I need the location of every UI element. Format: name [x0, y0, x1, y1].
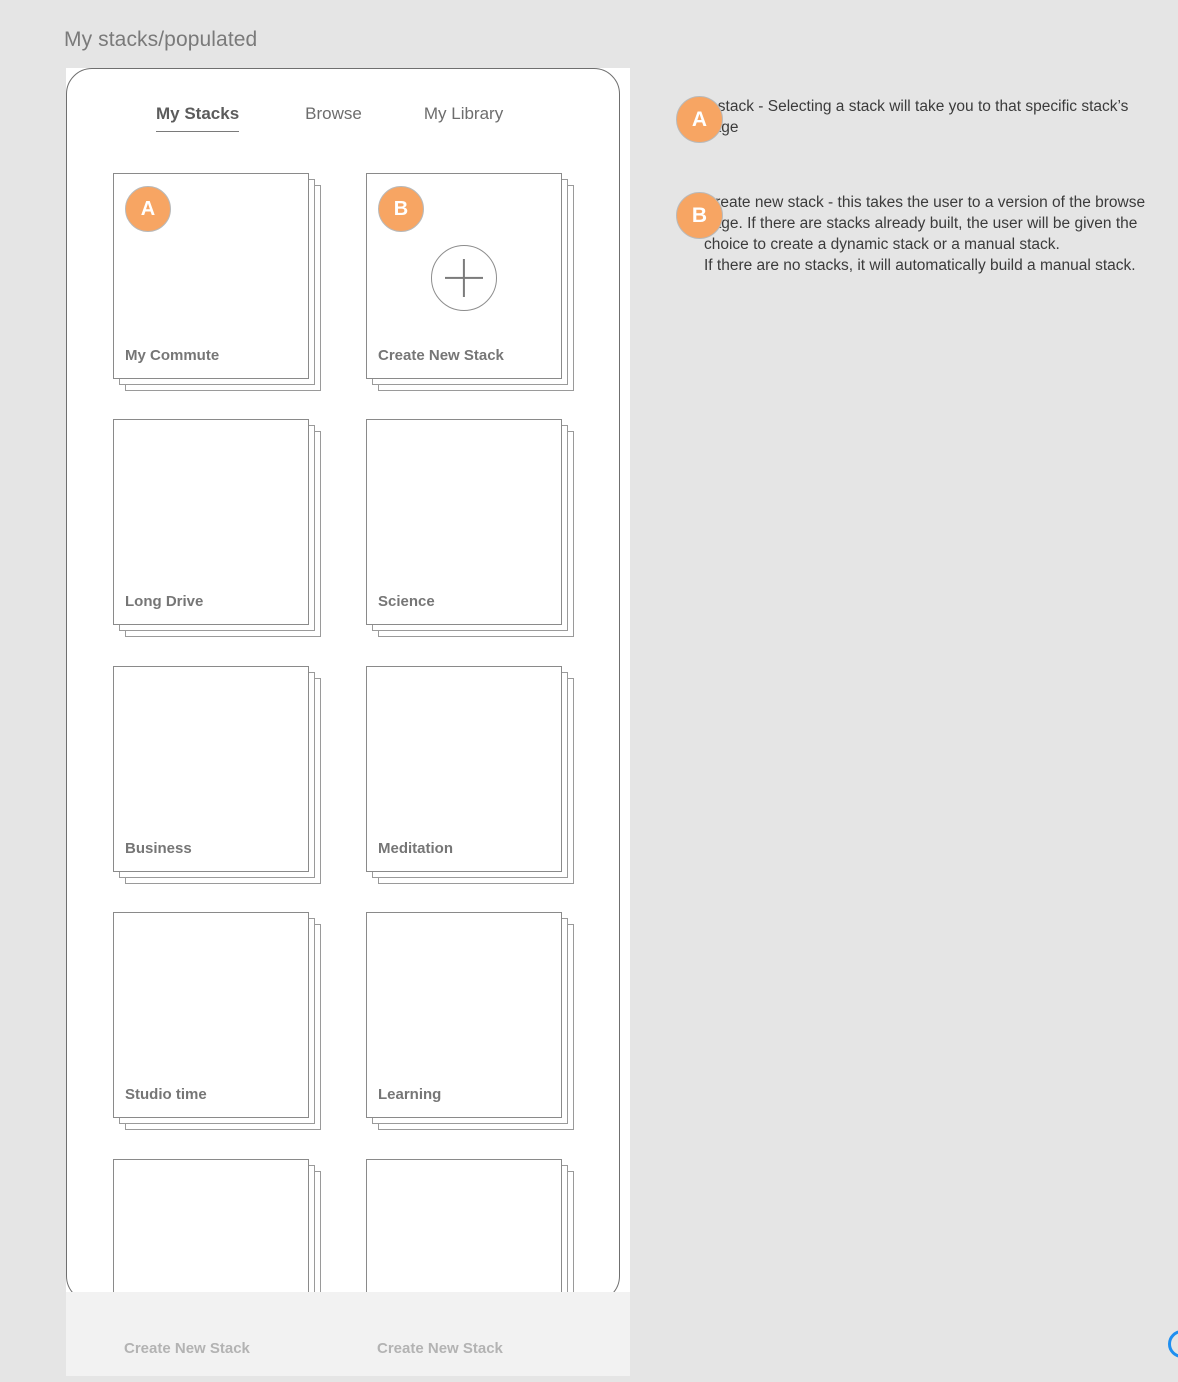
callout-badge-b: B — [378, 186, 424, 232]
stack-card-studio-time[interactable]: Studio time — [113, 912, 321, 1130]
stack-card-face[interactable]: Science — [366, 419, 562, 625]
stack-card-science[interactable]: Science — [366, 419, 574, 637]
faded-stack-label-right: Create New Stack — [377, 1340, 503, 1357]
annotation-a: A A stack - Selecting a stack will take … — [676, 96, 1156, 143]
stack-card-face[interactable]: Long Drive — [113, 419, 309, 625]
stack-card-face[interactable]: Studio time — [113, 912, 309, 1118]
stack-label: Meditation — [378, 840, 453, 857]
stack-card-face[interactable]: B Create New Stack — [366, 173, 562, 379]
tab-browse[interactable]: Browse — [305, 104, 362, 131]
stack-label: Learning — [378, 1086, 442, 1103]
stack-card-face[interactable]: Business — [113, 666, 309, 872]
stack-card-face[interactable]: A My Commute — [113, 173, 309, 379]
plus-icon[interactable] — [431, 245, 497, 311]
tab-bar: My Stacks Browse My Library — [66, 104, 630, 144]
stacks-grid: A My Commute B Create New Stack Long Dri… — [66, 160, 630, 1377]
stack-card-long-drive[interactable]: Long Drive — [113, 419, 321, 637]
annotation-badge-a: A — [676, 96, 723, 143]
stack-label: My Commute — [125, 347, 220, 364]
annotation-badge-b: B — [676, 192, 723, 239]
stack-card-face[interactable]: Meditation — [366, 666, 562, 872]
stack-card-business[interactable]: Business — [113, 666, 321, 884]
stack-card-my-commute[interactable]: A My Commute — [113, 173, 321, 391]
tab-my-library[interactable]: My Library — [424, 104, 503, 131]
callout-badge-a: A — [125, 186, 171, 232]
tab-my-stacks[interactable]: My Stacks — [156, 104, 240, 132]
stack-label: Studio time — [125, 1086, 207, 1103]
page-title: My stacks/populated — [64, 28, 258, 51]
stack-card-learning[interactable]: Learning — [366, 912, 574, 1130]
annotation-a-text: A stack - Selecting a stack will take yo… — [704, 98, 1129, 136]
annotation-b: B Create new stack - this takes the user… — [676, 192, 1176, 276]
stack-label: Science — [378, 593, 435, 610]
stack-label: Create New Stack — [378, 347, 504, 364]
stack-label: Long Drive — [125, 593, 204, 610]
stack-card-create-new-stack-primary[interactable]: B Create New Stack — [366, 173, 574, 391]
faded-stack-label-left: Create New Stack — [124, 1340, 250, 1357]
stack-card-meditation[interactable]: Meditation — [366, 666, 574, 884]
blue-circle-marker — [1168, 1330, 1178, 1358]
stack-label: Business — [125, 840, 192, 857]
annotation-b-text: Create new stack - this takes the user t… — [704, 194, 1146, 274]
frame-bottom-mask — [60, 1292, 640, 1382]
stack-card-face[interactable]: Learning — [366, 912, 562, 1118]
